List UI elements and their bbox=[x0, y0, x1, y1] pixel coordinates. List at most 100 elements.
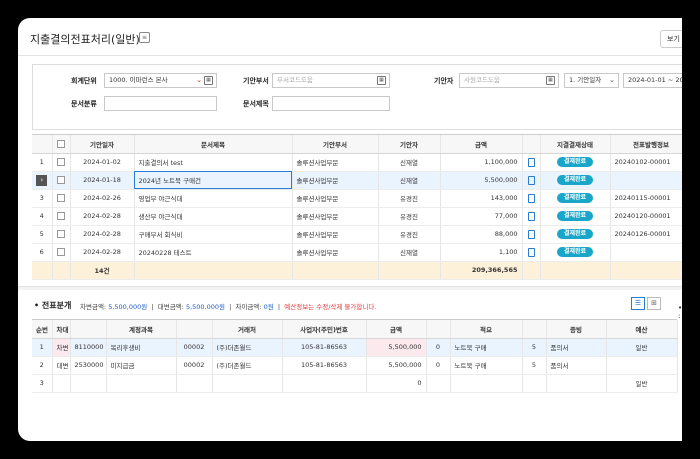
col-status[interactable]: 지결결재상태 bbox=[540, 135, 611, 154]
col-memo-code bbox=[426, 320, 451, 339]
row-slip[interactable] bbox=[610, 171, 682, 190]
row-acct-code[interactable]: 2530000 bbox=[70, 356, 107, 375]
table-row[interactable]: 1 2024-01-02 지출결의서 test 솔루션사업부문 신재열 1,10… bbox=[32, 153, 682, 172]
col-customer[interactable]: 거래처 bbox=[212, 320, 283, 339]
col-proof[interactable]: 증빙 bbox=[546, 320, 607, 339]
attach-cell[interactable] bbox=[522, 171, 541, 190]
drafter-input[interactable]: 사원코드도움 ▦ bbox=[459, 73, 559, 88]
row-checkbox[interactable] bbox=[57, 230, 65, 238]
table-row[interactable]: 4 2024-02-28 생산부 야근식대 솔루션사업부문 유경진 77,000… bbox=[32, 207, 682, 226]
subject-input[interactable] bbox=[272, 96, 390, 111]
document-icon[interactable] bbox=[527, 247, 535, 257]
journal-row-selected[interactable]: 1 차변 8110000 복리후생비 00002 (주)더존월드 105-81-… bbox=[32, 338, 678, 357]
row-cust-code[interactable]: 00002 bbox=[176, 356, 213, 375]
col-seq[interactable]: 순번 bbox=[32, 320, 53, 339]
col-dc[interactable]: 차대 bbox=[52, 320, 71, 339]
row-proof-code[interactable]: 5 bbox=[522, 338, 547, 357]
date-type-value: 1. 기안일자 bbox=[569, 76, 602, 84]
row-proof-code[interactable]: 5 bbox=[522, 356, 547, 375]
row-cust-code[interactable] bbox=[176, 374, 213, 393]
row-check-cell[interactable] bbox=[52, 243, 71, 262]
row-cust-code[interactable]: 00002 bbox=[176, 338, 213, 357]
select-all-checkbox[interactable] bbox=[57, 139, 65, 148]
document-table: 기안일자 문서제목 기안부서 기안자 금액 지결결재상태 전표발행정보 1 20… bbox=[32, 135, 682, 280]
table-row[interactable]: 3 2024-02-26 영업부 야근식대 솔루션사업부문 유경진 143,00… bbox=[32, 189, 682, 208]
journal-row[interactable]: 3 0 일반 bbox=[32, 374, 678, 393]
page-info-icon[interactable]: ≡ bbox=[139, 32, 150, 43]
dept-lookup-icon[interactable]: ▦ bbox=[377, 76, 386, 85]
row-checkbox[interactable] bbox=[57, 176, 65, 184]
col-check[interactable] bbox=[52, 135, 71, 154]
col-amount[interactable]: 금액 bbox=[440, 135, 523, 154]
row-checkbox[interactable] bbox=[57, 248, 65, 256]
row-subject: 구매부서 회식비 bbox=[134, 225, 293, 244]
table-row-selected[interactable]: › 2024-01-18 2024년 노트북 구매건 솔루션사업부문 신재열 5… bbox=[32, 171, 682, 190]
row-slip[interactable] bbox=[610, 243, 682, 262]
top-action-button[interactable]: 보기 bbox=[660, 30, 682, 48]
row-check-cell[interactable] bbox=[52, 171, 71, 190]
col-budget[interactable]: 예산 bbox=[606, 320, 678, 339]
col-drafter[interactable]: 기안자 bbox=[378, 135, 441, 154]
attach-cell[interactable] bbox=[522, 153, 541, 172]
row-amount: 5,500,000 bbox=[440, 171, 523, 190]
row-acct-code[interactable] bbox=[70, 374, 107, 393]
row-dc[interactable] bbox=[52, 374, 71, 393]
row-check-cell[interactable] bbox=[52, 225, 71, 244]
document-icon[interactable] bbox=[527, 175, 535, 185]
row-amount[interactable]: 0 bbox=[366, 374, 427, 393]
grid-view-button[interactable]: ⊞ bbox=[647, 297, 661, 310]
dept-input[interactable]: 부서코드도움 ▦ bbox=[272, 73, 390, 88]
row-cust-name: (주)더존월드 bbox=[212, 338, 283, 357]
row-checkbox[interactable] bbox=[57, 194, 65, 202]
row-slip[interactable]: 20240126-00001 bbox=[610, 225, 682, 244]
row-memo-code[interactable]: 0 bbox=[426, 338, 451, 357]
row-checkbox[interactable] bbox=[57, 158, 65, 166]
row-dc[interactable]: 대변 bbox=[52, 356, 71, 375]
attach-cell[interactable] bbox=[522, 207, 541, 226]
document-icon[interactable] bbox=[527, 211, 535, 221]
document-icon[interactable] bbox=[527, 157, 535, 167]
attach-cell[interactable] bbox=[522, 189, 541, 208]
row-check-cell[interactable] bbox=[52, 153, 71, 172]
list-view-button[interactable]: ☰ bbox=[631, 297, 645, 310]
row-subject[interactable]: 2024년 노트북 구매건 bbox=[134, 171, 293, 190]
row-check-cell[interactable] bbox=[52, 207, 71, 226]
date-type-select[interactable]: 1. 기안일자 ⌄ bbox=[564, 73, 619, 88]
row-dc[interactable]: 차변 bbox=[52, 338, 71, 357]
row-memo[interactable]: 노트북 구매 bbox=[450, 338, 523, 357]
calendar-lookup-icon[interactable]: ▦ bbox=[204, 76, 213, 85]
col-dept[interactable]: 기안부서 bbox=[292, 135, 379, 154]
row-acct-code[interactable]: 8110000 bbox=[70, 338, 107, 357]
section-divider[interactable] bbox=[18, 286, 682, 290]
row-slip[interactable]: 20240102-00001 bbox=[610, 153, 682, 172]
row-amount[interactable]: 5,500,000 bbox=[366, 338, 427, 357]
document-icon[interactable] bbox=[527, 229, 535, 239]
table-row[interactable]: 6 2024-02-28 20240228 테스트 솔루션사업부문 신재열 1,… bbox=[32, 243, 682, 262]
row-checkbox[interactable] bbox=[57, 212, 65, 220]
row-slip[interactable]: 20240115-00001 bbox=[610, 189, 682, 208]
category-input[interactable] bbox=[104, 96, 217, 111]
row-slip[interactable]: 20240120-00001 bbox=[610, 207, 682, 226]
attach-cell[interactable] bbox=[522, 225, 541, 244]
drafter-lookup-icon[interactable]: ▦ bbox=[546, 76, 555, 85]
company-select[interactable]: 1000. 이마런스 본사 ⌄ ▦ bbox=[104, 73, 217, 88]
row-proof-code[interactable] bbox=[522, 374, 547, 393]
document-icon[interactable] bbox=[527, 193, 535, 203]
col-subject[interactable]: 문서제목 bbox=[134, 135, 293, 154]
row-memo-code[interactable]: 0 bbox=[426, 356, 451, 375]
table-row[interactable]: 5 2024-02-28 구매부서 회식비 솔루션사업부문 유경진 88,000… bbox=[32, 225, 682, 244]
col-account[interactable]: 계정과목 bbox=[106, 320, 177, 339]
col-slip[interactable]: 전표발행정보 bbox=[610, 135, 682, 154]
row-amount[interactable]: 5,500,000 bbox=[366, 356, 427, 375]
col-bizno[interactable]: 사업자(주민)번호 bbox=[282, 320, 367, 339]
col-amount[interactable]: 금액 bbox=[366, 320, 427, 339]
row-check-cell[interactable] bbox=[52, 189, 71, 208]
row-memo[interactable]: 노트북 구매 bbox=[450, 356, 523, 375]
journal-row[interactable]: 2 대변 2530000 미지급금 00002 (주)더존월드 105-81-8… bbox=[32, 356, 678, 375]
attach-cell[interactable] bbox=[522, 243, 541, 262]
col-memo[interactable]: 적요 bbox=[450, 320, 523, 339]
col-date[interactable]: 기안일자 bbox=[70, 135, 135, 154]
row-memo[interactable] bbox=[450, 374, 523, 393]
row-memo-code[interactable] bbox=[426, 374, 451, 393]
date-range-input[interactable]: 2024-01-01 ~ 2024-05- bbox=[623, 73, 682, 88]
